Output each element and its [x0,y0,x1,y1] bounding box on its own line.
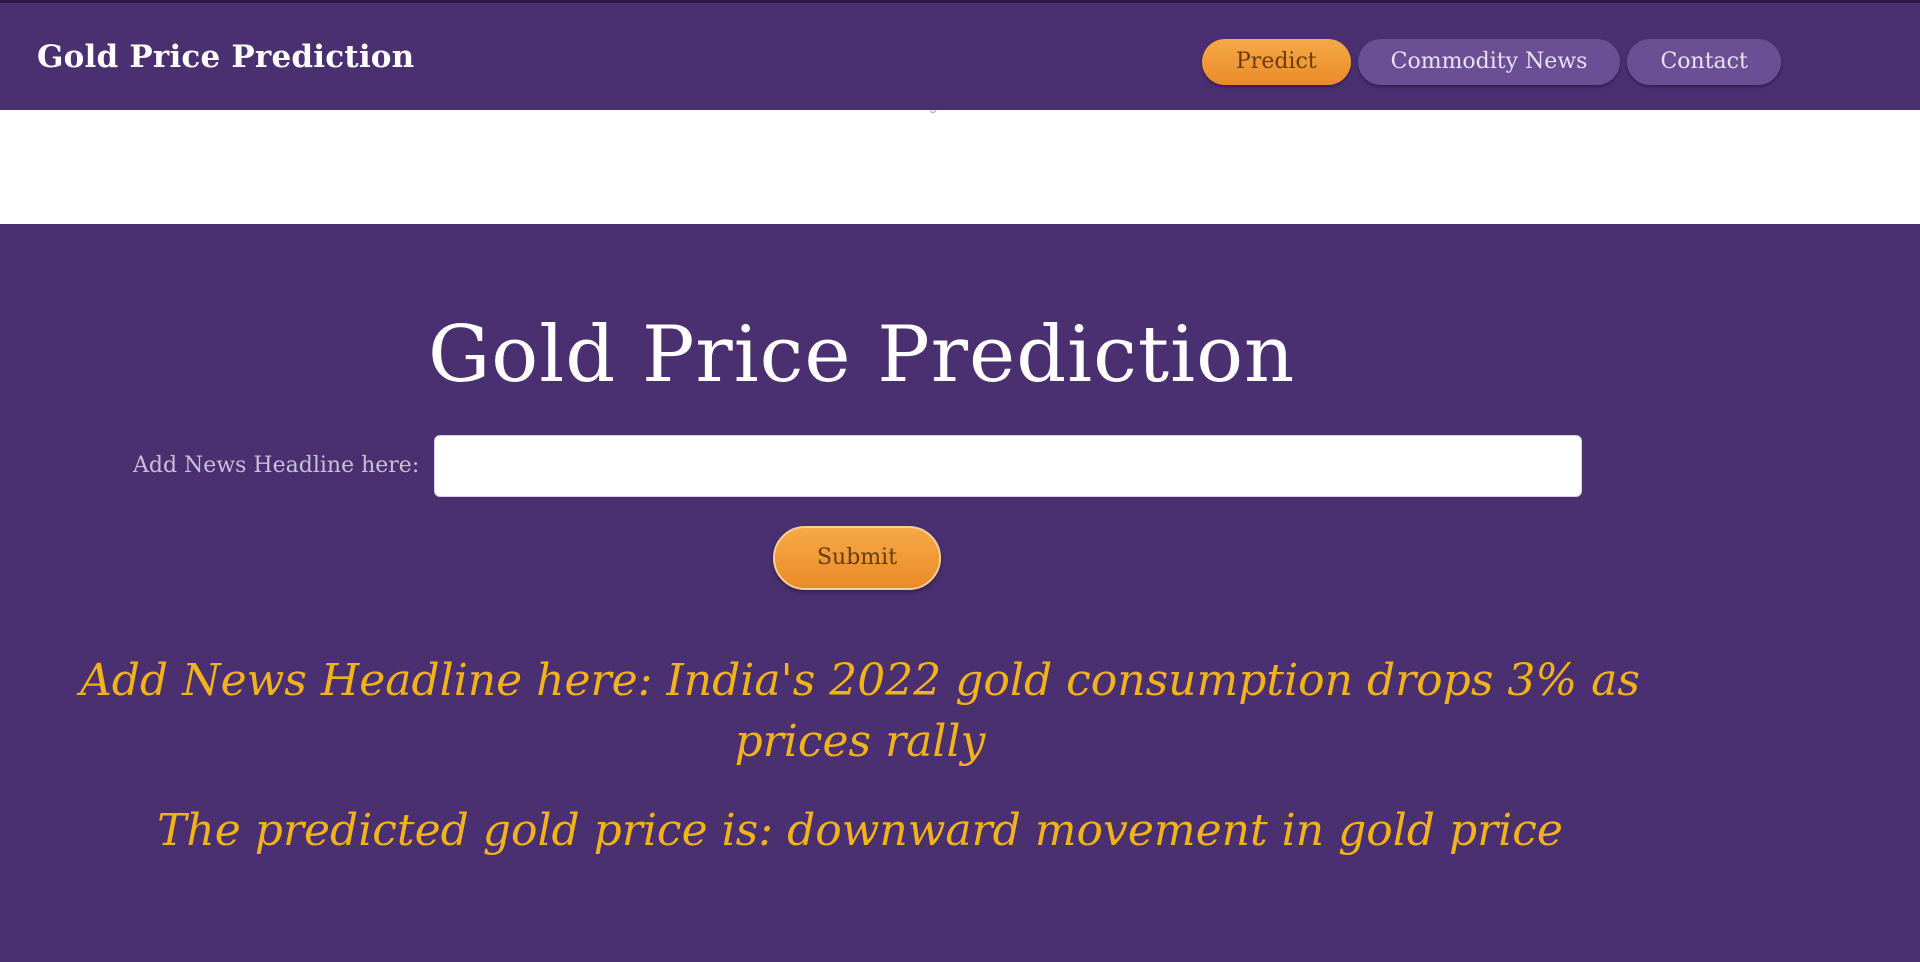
nav-contact-button[interactable]: Contact [1627,39,1781,85]
result-headline-text: Add News Headline here: India's 2022 gol… [79,655,1640,767]
content-section-above [0,110,1920,224]
nav-commodity-news-button[interactable]: Commodity News [1357,39,1621,85]
top-navbar: Gold Price Prediction Predict Commodity … [0,0,1920,110]
nav-predict-button[interactable]: Predict [1202,39,1351,85]
submit-button[interactable]: Submit [773,526,941,590]
prediction-section: Gold Price Prediction Add News Headline … [0,224,1920,962]
brand-title[interactable]: Gold Price Prediction [37,39,414,75]
nav-links: Predict Commodity News Contact [1202,39,1781,85]
prediction-result-text: The predicted gold price is: downward mo… [157,805,1563,856]
page-title: Gold Price Prediction [428,310,1296,400]
headline-input[interactable] [434,435,1582,497]
headline-input-label: Add News Headline here: [133,453,420,478]
